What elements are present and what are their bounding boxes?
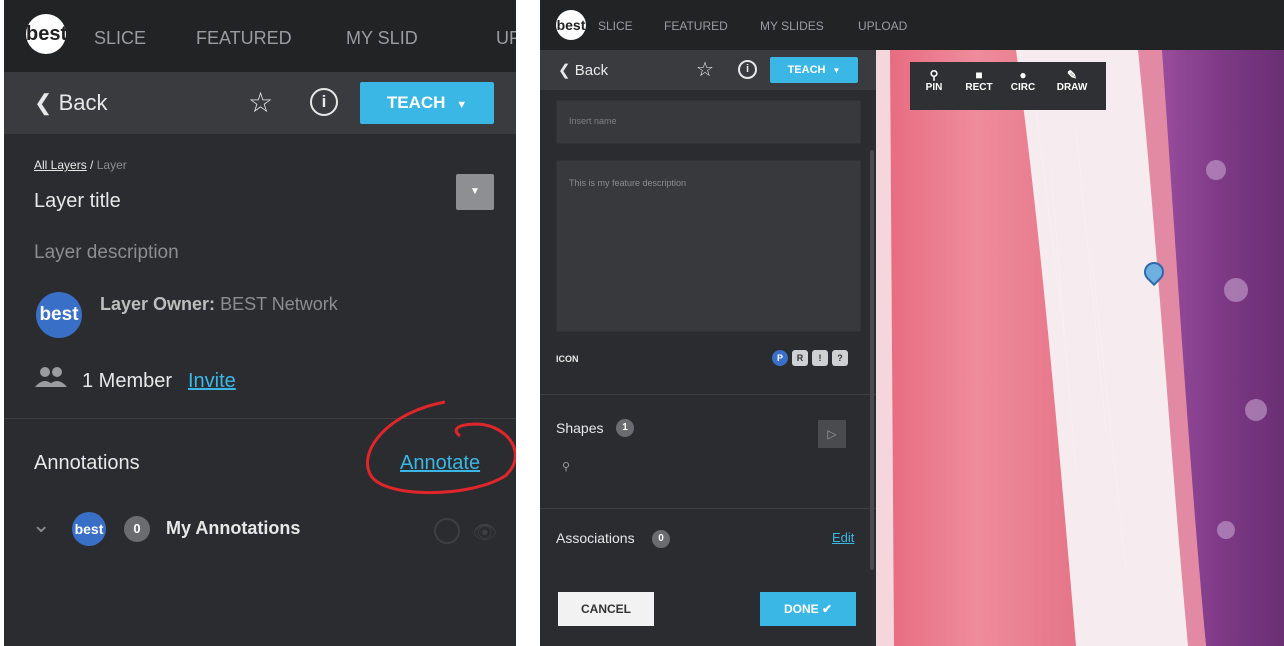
best-logo[interactable]: best [556,10,586,40]
members-icon [34,366,68,388]
divider [540,394,876,395]
breadcrumb: All Layers / Layer [34,158,127,172]
owner-label: Layer Owner: [100,294,216,314]
shape-action-icon[interactable]: ▷ [818,420,846,448]
tool-draw-label: DRAW [1056,82,1088,93]
nav-slice[interactable]: SLICE [598,19,633,33]
nav-upload[interactable]: UPLOAD [858,19,907,33]
owner-avatar: best [36,292,82,338]
top-nav: best SLICE FEATURED MY SLID UP [4,0,516,72]
divider [540,508,876,509]
drawing-tools: ⚲ PIN ■ RECT ● CIRC ✎ DRAW [910,62,1106,110]
annotation-count-badge: 0 [124,516,150,542]
toolbar: ❮ Back ☆ i TEACH ▼ [540,50,876,90]
pin-shape-icon[interactable]: ⚲ [562,460,570,473]
tissue-image [876,50,1284,646]
draw-icon: ✎ [1066,68,1078,82]
nav-featured[interactable]: FEATURED [664,19,728,33]
breadcrumb-current: Layer [96,158,127,172]
back-label: Back [58,90,108,115]
icon-option-pin[interactable]: P [772,350,788,366]
teach-dropdown[interactable]: TEACH ▼ [770,57,858,83]
layer-owner: Layer Owner: BEST Network [100,294,338,315]
eye-icon[interactable]: 👁 [472,520,497,545]
cancel-button[interactable]: CANCEL [558,592,654,626]
icon-option-r[interactable]: R [792,350,808,366]
right-panel: best SLICE FEATURED MY SLIDES UPLOAD ❮ B… [540,0,1284,646]
layer-title: Layer title [34,190,121,212]
select-radio[interactable] [434,518,460,544]
tool-pin-label: PIN [925,82,943,93]
back-button[interactable]: ❮ Back [558,61,608,79]
associations-label: Associations [556,530,635,546]
caret-down-icon: ▼ [456,99,468,111]
star-icon[interactable]: ☆ [696,57,714,82]
back-label: Back [574,62,609,79]
shapes-count-badge: 1 [616,419,634,437]
left-panel: best SLICE FEATURED MY SLID UP ❮ Back ☆ … [4,0,516,646]
done-label: DONE [783,602,819,616]
nav-slice[interactable]: SLICE [94,28,146,49]
scrollbar[interactable] [870,150,874,570]
best-logo[interactable]: best [26,14,67,54]
chevron-left-icon: ❮ [558,62,571,79]
back-button[interactable]: ❮ Back [34,90,107,116]
tool-pin[interactable]: ⚲ PIN [920,68,948,93]
tool-draw[interactable]: ✎ DRAW [1052,68,1092,93]
invite-link[interactable]: Invite [188,370,236,393]
info-icon[interactable]: i [310,88,338,116]
teach-label: TEACH [787,64,826,76]
square-icon: ■ [975,68,983,82]
tool-rect-label: RECT [965,82,993,93]
my-annotations-row[interactable]: ⌄ best 0 My Annotations 👁 [32,508,512,548]
my-annotations-label: My Annotations [166,518,301,538]
description-text: This is my feature description [569,178,687,188]
layer-menu-caret-icon[interactable]: ▼ [456,174,494,210]
member-count: 1 Member [82,370,173,392]
star-icon[interactable]: ☆ [248,86,273,119]
teach-label: TEACH [386,93,446,112]
tool-rect[interactable]: ■ RECT [962,68,996,93]
nav-featured[interactable]: FEATURED [196,28,292,49]
name-input[interactable]: Insert name [556,100,861,144]
name-placeholder: Insert name [569,116,617,126]
layer-description: Layer description [34,242,179,263]
info-icon[interactable]: i [738,60,757,79]
breadcrumb-separator: / [90,158,94,172]
nav-my-slides[interactable]: MY SLID [346,28,418,49]
chevron-left-icon: ❮ [34,90,53,115]
toolbar: ❮ Back ☆ i TEACH ▼ [4,72,516,134]
associations-count-badge: 0 [652,530,670,548]
description-textarea[interactable]: This is my feature description [556,160,861,332]
associations-edit-link[interactable]: Edit [832,530,854,545]
chevron-down-icon[interactable]: ⌄ [32,512,50,538]
pin-icon: ⚲ [929,68,939,82]
slide-viewer[interactable] [876,50,1284,646]
highlight-circle [366,400,516,495]
teach-dropdown[interactable]: TEACH ▼ [360,82,494,124]
caret-down-icon: ▼ [832,66,841,75]
icon-option-alert[interactable]: ! [812,350,828,366]
tool-circ[interactable]: ● CIRC [1006,68,1040,93]
circle-icon: ● [1019,68,1027,82]
checkmark-icon: ✔ [821,602,833,616]
top-nav: best SLICE FEATURED MY SLIDES UPLOAD [540,0,1284,50]
tool-circ-label: CIRC [1010,82,1036,93]
breadcrumb-all-layers[interactable]: All Layers [34,158,87,172]
nav-my-slides[interactable]: MY SLIDES [760,19,824,33]
annotations-heading: Annotations [34,452,140,474]
icon-label: ICON [556,354,579,364]
my-annotations-avatar: best [72,512,106,546]
icon-option-question[interactable]: ? [832,350,848,366]
owner-name: BEST Network [220,294,338,314]
done-button[interactable]: DONE ✔ [760,592,856,626]
nav-upload[interactable]: UP [496,28,516,49]
shapes-label: Shapes [556,420,604,436]
